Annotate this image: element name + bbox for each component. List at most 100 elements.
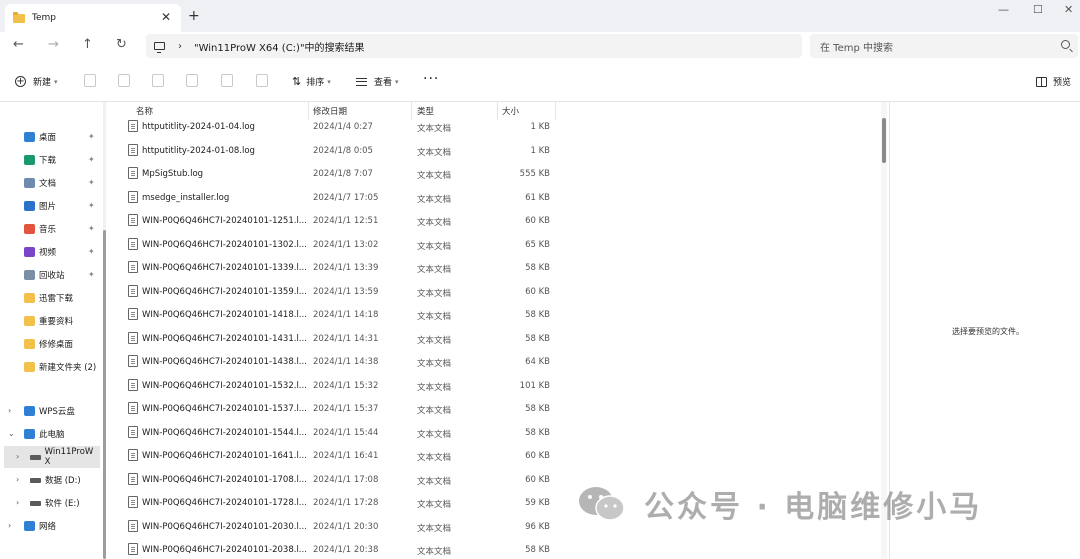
file-row[interactable]: WIN-P0Q6Q46HC7I-20240101-1537.l... 2024/1… <box>112 398 556 421</box>
pin-icon[interactable]: ✦ <box>88 132 95 141</box>
refresh-button[interactable]: ↻ <box>116 37 127 52</box>
pin-icon[interactable]: ✦ <box>88 224 95 233</box>
share-icon[interactable] <box>221 74 233 87</box>
minimize-button[interactable]: — <box>998 3 1009 16</box>
tab-title: Temp <box>32 13 56 23</box>
file-row[interactable]: WIN-P0Q6Q46HC7I-20240101-1418.l... 2024/1… <box>112 304 556 327</box>
sort-icon: ⇅ <box>292 75 302 88</box>
file-row[interactable]: httputitlity-2024-01-04.log 2024/1/4 0:27… <box>112 116 556 139</box>
text-file-icon <box>128 402 138 414</box>
maximize-button[interactable]: ☐ <box>1033 3 1043 16</box>
pin-icon[interactable]: ✦ <box>88 178 95 187</box>
file-row[interactable]: httputitlity-2024-01-08.log 2024/1/8 0:05… <box>112 140 556 163</box>
address-path: "Win11ProW X64 (C:)"中的搜索结果 <box>194 42 365 54</box>
search-input[interactable]: 在 Temp 中搜索 <box>810 34 1078 58</box>
file-name: httputitlity-2024-01-04.log <box>142 122 255 132</box>
text-file-icon <box>128 425 138 438</box>
close-window-button[interactable]: ✕ <box>1064 3 1073 16</box>
file-size: 1 KB <box>530 145 550 156</box>
forward-button[interactable]: → <box>48 37 59 52</box>
plus-icon: + <box>15 75 26 87</box>
sidebar-item-label: 迅雷下载 <box>39 294 74 304</box>
file-row[interactable]: msedge_installer.log 2024/1/7 17:05 文本文档 61… <box>112 187 556 210</box>
cut-icon[interactable] <box>84 74 96 87</box>
sidebar-item[interactable]: 视频 <box>24 241 124 263</box>
up-button[interactable]: ↑ <box>82 37 93 52</box>
file-row[interactable]: WIN-P0Q6Q46HC7I-20240101-1339.l... 2024/1… <box>112 257 556 280</box>
file-list-scrollbar-thumb[interactable] <box>882 118 886 163</box>
file-row[interactable]: WIN-P0Q6Q46HC7I-20240101-1438.l... 2024/1… <box>112 351 556 374</box>
sidebar-tree-item[interactable]: WPS云盘 <box>0 400 100 422</box>
sidebar-item[interactable]: 图片 <box>24 195 124 217</box>
sidebar-tree-label: WPS云盘 <box>39 407 75 417</box>
sidebar-scrollbar-thumb[interactable] <box>103 230 106 559</box>
sidebar-item[interactable]: 文档 <box>24 172 124 194</box>
copy-icon[interactable] <box>118 74 130 87</box>
view-button[interactable]: 查看 ▾ <box>356 75 399 88</box>
file-name: WIN-P0Q6Q46HC7I-20240101-1251.l... <box>142 216 307 226</box>
file-row[interactable]: WIN-P0Q6Q46HC7I-20240101-1532.l... 2024/1… <box>112 375 556 398</box>
rename-icon[interactable] <box>186 74 198 87</box>
sidebar-tree-item[interactable]: 数据 (D:) <box>0 469 100 491</box>
file-date: 2024/1/4 0:27 <box>313 122 373 132</box>
pin-icon[interactable]: ✦ <box>88 201 95 210</box>
file-row[interactable]: WIN-P0Q6Q46HC7I-20240101-1728.l... 2024/1… <box>112 492 556 515</box>
sidebar-tree-item[interactable]: 网络 <box>0 515 100 537</box>
file-row[interactable]: WIN-P0Q6Q46HC7I-20240101-1708.l... 2024/1… <box>112 469 556 492</box>
new-tab-button[interactable]: + <box>188 8 200 24</box>
chevron-right-icon[interactable]: › <box>16 498 19 507</box>
file-row[interactable]: WIN-P0Q6Q46HC7I-20240101-1251.l... 2024/1… <box>112 210 556 233</box>
chevron-right-icon[interactable]: › <box>178 41 182 52</box>
sidebar-item[interactable]: 桌面 <box>24 126 124 148</box>
close-tab-icon[interactable]: ✕ <box>161 10 171 24</box>
file-row[interactable]: WIN-P0Q6Q46HC7I-20240101-1431.l... 2024/1… <box>112 328 556 351</box>
file-size: 60 KB <box>525 451 550 461</box>
chevron-right-icon[interactable]: › <box>16 452 19 461</box>
sidebar-item[interactable]: 修修桌面 <box>24 333 124 355</box>
file-name: WIN-P0Q6Q46HC7I-20240101-1708.l... <box>142 474 307 485</box>
file-row[interactable]: WIN-P0Q6Q46HC7I-20240101-1544.l... 2024/1… <box>112 422 556 445</box>
file-row[interactable]: WIN-P0Q6Q46HC7I-20240101-1302.l... 2024/1… <box>112 234 556 257</box>
file-type: 文本文档 <box>417 547 452 557</box>
file-date: 2024/1/1 12:51 <box>313 216 379 226</box>
tab-temp[interactable]: Temp ✕ <box>5 4 181 32</box>
sidebar-item[interactable]: 音乐 <box>24 218 124 240</box>
sidebar-item[interactable]: 新建文件夹 (2) <box>24 356 124 378</box>
sidebar-item-label: 下载 <box>39 156 57 166</box>
sidebar-item[interactable]: 重要资料 <box>24 310 124 332</box>
pin-icon[interactable]: ✦ <box>88 247 95 256</box>
file-date: 2024/1/1 14:31 <box>313 333 379 344</box>
new-button[interactable]: + 新建 ▾ <box>15 75 58 88</box>
text-file-icon <box>128 143 138 156</box>
file-date: 2024/1/1 13:59 <box>313 286 379 297</box>
paste-icon[interactable] <box>152 74 164 87</box>
chevron-down-icon[interactable]: ⌄ <box>8 429 15 438</box>
chevron-right-icon[interactable]: › <box>8 406 11 415</box>
file-type: 文本文档 <box>417 265 452 275</box>
sort-button[interactable]: ⇅ 排序 ▾ <box>292 75 331 88</box>
view-icon <box>356 77 367 86</box>
file-row[interactable]: WIN-P0Q6Q46HC7I-20240101-1359.l... 2024/1… <box>112 281 556 304</box>
file-row[interactable]: MpSigStub.log 2024/1/8 7:07 文本文档 555 KB <box>112 163 556 186</box>
file-row[interactable]: WIN-P0Q6Q46HC7I-20240101-2030.l... 2024/1… <box>112 516 556 539</box>
pin-icon[interactable]: ✦ <box>88 155 95 164</box>
more-options-button[interactable]: ··· <box>423 71 439 87</box>
address-bar[interactable]: › "Win11ProW X64 (C:)"中的搜索结果 <box>146 34 802 58</box>
sidebar-tree-item[interactable]: 此电脑 <box>0 423 100 445</box>
sidebar-item[interactable]: 回收站 <box>24 264 124 286</box>
back-button[interactable]: ← <box>13 37 24 52</box>
file-size: 64 KB <box>525 357 550 367</box>
chevron-right-icon[interactable]: › <box>16 475 19 484</box>
delete-icon[interactable] <box>256 74 268 87</box>
sidebar-item[interactable]: 迅雷下载 <box>24 287 124 309</box>
chevron-right-icon[interactable]: › <box>8 521 11 530</box>
cloud-icon <box>24 406 35 416</box>
text-file-icon <box>128 190 138 203</box>
text-file-icon <box>128 214 138 226</box>
file-row[interactable]: WIN-P0Q6Q46HC7I-20240101-2038.l... 2024/1… <box>112 539 556 559</box>
sidebar-item[interactable]: 下载 <box>24 149 124 171</box>
preview-button[interactable]: 预览 <box>1036 75 1071 88</box>
pin-icon[interactable]: ✦ <box>88 270 95 279</box>
sidebar-tree-item[interactable]: 软件 (E:) <box>0 492 100 514</box>
file-row[interactable]: WIN-P0Q6Q46HC7I-20240101-1641.l... 2024/1… <box>112 445 556 468</box>
